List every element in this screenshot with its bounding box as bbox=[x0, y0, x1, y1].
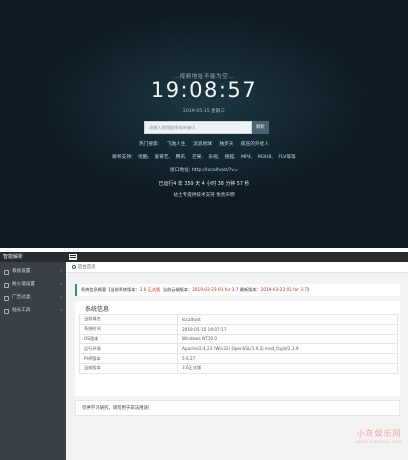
api-address[interactable]: 接口地址: http://localhost/?v= bbox=[0, 167, 408, 173]
info-key: OS版本 bbox=[79, 333, 178, 345]
info-key: 当前版本 bbox=[79, 362, 178, 374]
video-search-bar: 请输入视频链接或关键词 解析 bbox=[144, 121, 269, 134]
video-url-input[interactable]: 请输入视频链接或关键词 bbox=[144, 121, 252, 134]
table-row: OS版本 Windows NT10.0 bbox=[79, 333, 398, 345]
uptime-counter: 已运行4 年 359 天 4 小时 38 分钟 57 秒 bbox=[158, 181, 250, 187]
table-row: 系统时间 2019-05-15 19:07:17 bbox=[79, 323, 398, 335]
chevron-right-icon: ‹ bbox=[60, 295, 62, 300]
info-key: 当前域名 bbox=[79, 314, 178, 325]
current-version: 3.6 正式版 bbox=[139, 287, 161, 292]
parse-button[interactable]: 解析 bbox=[252, 121, 269, 134]
tab-bar: 后台首页 bbox=[66, 262, 408, 273]
info-value: 5.6.27 bbox=[177, 353, 398, 364]
platform-item: FLV等等 bbox=[278, 155, 296, 160]
sidebar-item-label: 站长工具 bbox=[12, 308, 31, 313]
chevron-right-icon: ‹ bbox=[60, 282, 62, 287]
platform-item: 乐视, bbox=[208, 155, 220, 160]
menu-toggle-icon[interactable] bbox=[69, 254, 77, 260]
platform-item: 腾讯, bbox=[175, 155, 187, 160]
supported-label: 解析支持: bbox=[112, 155, 133, 160]
info-value: Apache/2.4.23 (Win32) OpenSSL/1.0.2j mod… bbox=[177, 343, 398, 355]
settings-icon bbox=[4, 269, 9, 275]
hot-search-row: 热门搜索: 飞驰人生 流浪地球 独步天 疯狂的外星人 bbox=[0, 141, 408, 147]
chevron-right-icon: ‹ bbox=[60, 308, 62, 313]
table-row: PHP版本 5.6.27 bbox=[79, 353, 398, 364]
watermark-title: 小灰娱乐网 bbox=[356, 429, 402, 438]
platform-item: M3U8, bbox=[257, 155, 273, 160]
table-row: 运行环境 Apache/2.4.23 (Win32) OpenSSL/1.0.2… bbox=[79, 343, 398, 355]
sidebar-item-label: 防火墙设置 bbox=[12, 282, 35, 287]
sidebar-item-ad-filter[interactable]: 广告过滤 ‹ bbox=[0, 292, 66, 304]
credit-line[interactable]: 站士专提供技术支持 免责声明 bbox=[0, 192, 408, 198]
sidebar-item-firewall[interactable]: 防火墙设置 ‹ bbox=[0, 279, 66, 291]
hot-search-link[interactable]: 飞驰人生 bbox=[167, 142, 186, 147]
info-value: localhost bbox=[177, 314, 398, 325]
platform-item: 爱奇艺, bbox=[154, 155, 171, 160]
hot-search-link[interactable]: 疯狂的外星人 bbox=[241, 142, 269, 147]
version-notice: 系统信息概要【当前系统版本：3.6 正式版 当前云端版本：2019-03-23-… bbox=[75, 284, 400, 296]
cloud-version: 2019-03-23-01 for 3.7 bbox=[192, 287, 239, 292]
hot-search-link[interactable]: 独步天 bbox=[219, 142, 233, 147]
admin-header: 智能解析 bbox=[0, 252, 408, 262]
parse-landing-panel: …视频地址不能为空… 19:08:57 2019-05-15 星期三 请输入视频… bbox=[0, 0, 408, 248]
home-circle-icon bbox=[72, 264, 76, 269]
platform-item: 搜狐, bbox=[224, 155, 236, 160]
chevron-right-icon: ‹ bbox=[60, 269, 62, 274]
system-info-table: 当前域名 localhost 系统时间 2019-05-15 19:07:17 … bbox=[79, 314, 398, 374]
platform-item: MP4, bbox=[241, 155, 253, 160]
table-row: 当前版本 3.6正式版 bbox=[79, 362, 398, 374]
shield-icon bbox=[4, 282, 9, 288]
sidebar-item-label: 系统设置 bbox=[12, 269, 31, 274]
info-key: PHP版本 bbox=[79, 353, 178, 364]
platform-item: 优酷, bbox=[138, 155, 149, 160]
admin-sidebar: 系统设置 ‹ 防火墙设置 ‹ 广告过滤 ‹ 站长工具 ‹ bbox=[0, 262, 66, 460]
filter-icon bbox=[4, 295, 9, 301]
site-watermark: 小灰娱乐网 www.xiaohuyl.com bbox=[356, 428, 402, 444]
tools-icon bbox=[4, 308, 9, 314]
sidebar-item-label: 广告过滤 bbox=[12, 295, 31, 300]
hot-search-link[interactable]: 流浪地球 bbox=[193, 142, 212, 147]
sidebar-item-webmaster-tools[interactable]: 站长工具 ‹ bbox=[0, 305, 66, 317]
hot-search-label: 热门搜索: bbox=[138, 142, 160, 147]
usage-disclaimer: 仅供学习研究，请勿用于非法用途! bbox=[75, 400, 400, 416]
info-value: 2019-05-15 19:07:17 bbox=[177, 323, 398, 335]
sidebar-item-system-settings[interactable]: 系统设置 ‹ bbox=[0, 266, 66, 278]
latest-version: 2019-03-23-01 for 3.7 bbox=[260, 287, 308, 292]
supported-platforms-row: 解析支持: 优酷, 爱奇艺, 腾讯, 芒果, 乐视, 搜狐, MP4, M3U8… bbox=[0, 154, 408, 160]
system-info-panel: 系统信息 当前域名 localhost 系统时间 2019-05-15 19:0… bbox=[75, 301, 400, 396]
panel-title: 系统信息 bbox=[85, 306, 110, 313]
date-display: 2019-05-15 星期三 bbox=[183, 109, 225, 114]
table-row: 当前域名 localhost bbox=[79, 314, 398, 325]
info-value: 3.6正式版 bbox=[177, 362, 398, 374]
watermark-url: www.xiaohuyl.com bbox=[356, 439, 402, 444]
info-value: Windows NT10.0 bbox=[177, 333, 398, 345]
clock-display: 19:08:57 bbox=[150, 78, 258, 102]
platform-item: 芒果, bbox=[191, 155, 203, 160]
tab-home[interactable]: 后台首页 bbox=[72, 264, 96, 271]
admin-brand: 智能解析 bbox=[3, 254, 24, 260]
info-key: 系统时间 bbox=[79, 323, 178, 335]
info-key: 运行环境 bbox=[79, 343, 178, 355]
